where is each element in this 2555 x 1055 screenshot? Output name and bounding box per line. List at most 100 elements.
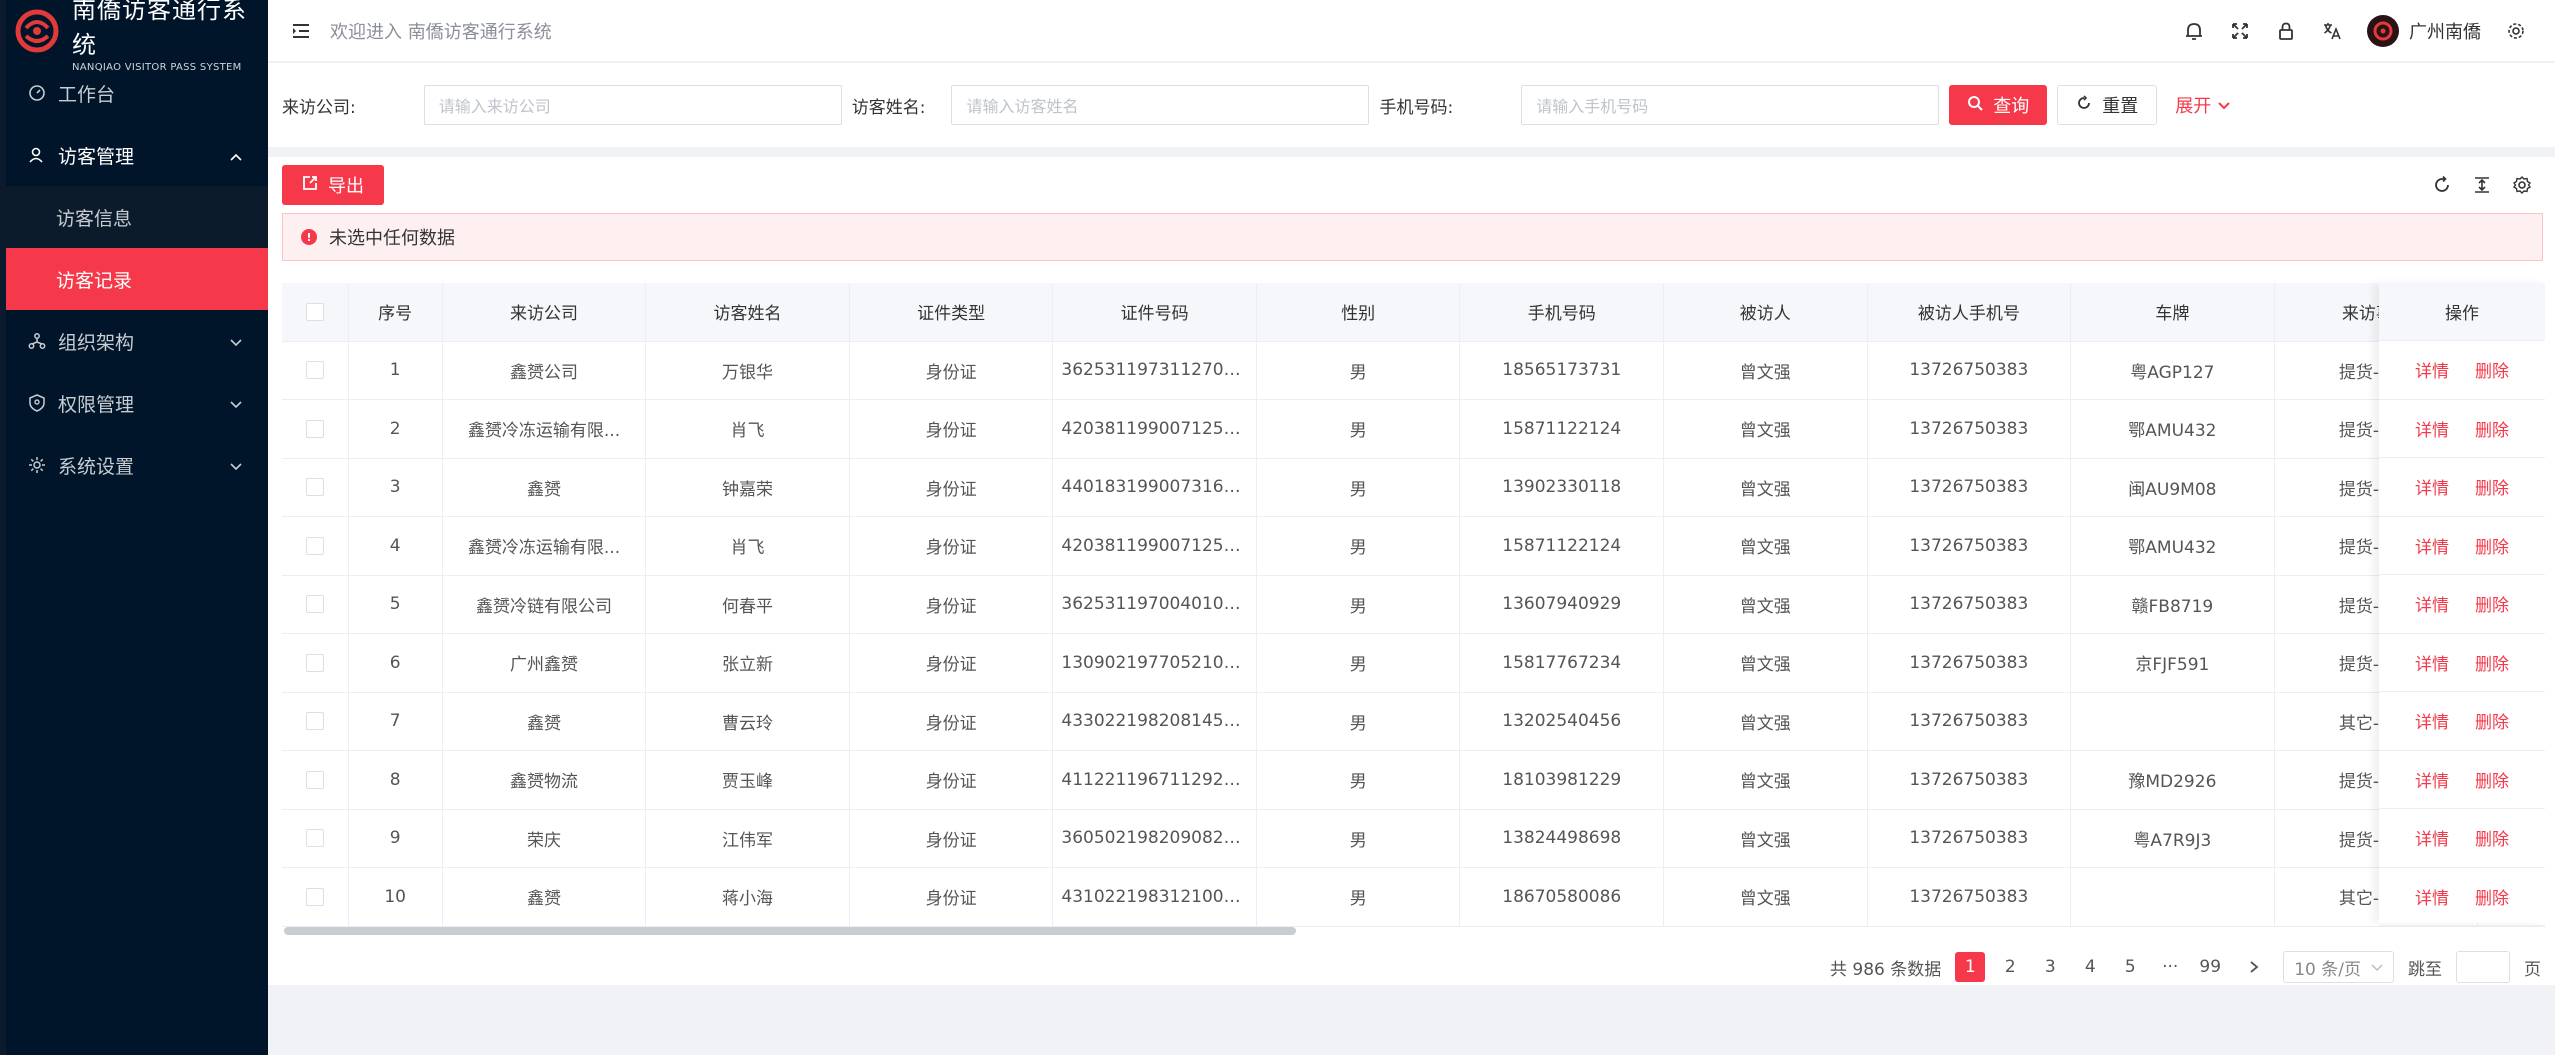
expand-label: 展开	[2175, 96, 2212, 117]
table-cell: 曹云玲	[645, 692, 850, 751]
reset-button[interactable]: 重置	[2057, 85, 2158, 125]
phone-input[interactable]: 请输入手机号码	[1521, 85, 1940, 125]
next-page-icon[interactable]	[2239, 952, 2269, 982]
delete-link[interactable]: 删除	[2475, 474, 2509, 499]
horizontal-scrollbar[interactable]	[284, 927, 1296, 935]
table-cell: 钟嘉荣	[645, 458, 850, 517]
page-size-select[interactable]: 10 条/页	[2283, 951, 2394, 983]
row-checkbox[interactable]	[282, 458, 349, 517]
row-checkbox[interactable]	[282, 633, 349, 693]
setting-icon[interactable]	[2511, 174, 2533, 196]
detail-link[interactable]: 详情	[2415, 825, 2449, 850]
sidebar-item-visitor-info[interactable]: 访客信息	[6, 186, 268, 248]
sidebar-item-permissions[interactable]: 权限管理	[6, 372, 268, 434]
menu-fold-icon[interactable]	[290, 20, 312, 42]
refresh-icon[interactable]	[2431, 174, 2453, 196]
table-cell: 13726750383	[1867, 516, 2072, 576]
lock-icon[interactable]	[2275, 20, 2297, 42]
delete-link[interactable]: 删除	[2475, 533, 2509, 558]
table-cell: 粤AGP127	[2070, 341, 2275, 400]
table-cell: 4203811990071254...	[1052, 399, 1257, 459]
table-cell: 曾文强	[1663, 867, 1868, 927]
row-checkbox[interactable]	[282, 399, 349, 459]
page-number[interactable]: 1	[1955, 952, 1986, 982]
delete-link[interactable]: 删除	[2475, 825, 2509, 850]
table-cell: 3625311970040100...	[1052, 575, 1257, 634]
company-input[interactable]: 请输入来访公司	[423, 85, 842, 125]
detail-link[interactable]: 详情	[2415, 416, 2449, 441]
row-checkbox[interactable]	[282, 575, 349, 634]
visitor-name-input[interactable]: 请输入访客姓名	[951, 85, 1370, 125]
export-button[interactable]: 导出	[282, 165, 384, 205]
row-checkbox[interactable]	[282, 809, 349, 868]
table-cell: 3	[348, 458, 443, 517]
row-checkbox[interactable]	[282, 692, 349, 751]
delete-link[interactable]: 删除	[2475, 357, 2509, 382]
sidebar-item-dashboard[interactable]: 工作台	[6, 62, 268, 124]
table-toolbar: 导出	[268, 157, 2555, 213]
table-row: 6 广州鑫赟 张立新 身份证 1309021977052100... 男 158177672…	[282, 633, 2545, 693]
table-cell: 男	[1256, 692, 1461, 751]
column-height-icon[interactable]	[2471, 174, 2493, 196]
column-header: 被访人手机号	[1867, 283, 2072, 342]
detail-link[interactable]: 详情	[2415, 474, 2449, 499]
row-checkbox[interactable]	[282, 516, 349, 576]
row-checkbox[interactable]	[282, 867, 349, 927]
column-header: 证件类型	[849, 283, 1054, 342]
column-header: 手机号码	[1459, 283, 1665, 342]
table-cell: 曾文强	[1663, 399, 1868, 459]
fullscreen-icon[interactable]	[2229, 20, 2251, 42]
org-icon	[28, 332, 46, 350]
page-number[interactable]: 4	[2075, 952, 2105, 982]
page-number[interactable]: 3	[2035, 952, 2065, 982]
logo-icon	[14, 8, 60, 54]
table-cell: 曾文强	[1663, 341, 1868, 400]
welcome-text: 欢迎进入 南僑访客通行系统	[330, 21, 552, 43]
detail-link[interactable]: 详情	[2415, 591, 2449, 616]
detail-link[interactable]: 详情	[2415, 357, 2449, 382]
gear-icon[interactable]	[2505, 20, 2527, 42]
sidebar-item-settings[interactable]: 系统设置	[6, 434, 268, 496]
table-cell: 男	[1256, 458, 1461, 517]
bell-icon[interactable]	[2183, 20, 2205, 42]
alert-text: 未选中任何数据	[329, 228, 455, 249]
ops-row: 详情 删除	[2379, 400, 2545, 458]
sidebar-item-organization[interactable]: 组织架构	[6, 310, 268, 372]
query-button[interactable]: 查询	[1949, 85, 2048, 125]
sidebar-item-visitor-records[interactable]: 访客记录	[6, 248, 268, 310]
records-panel: 导出 ! 未选中任何数据 序号 来访公司 访客姓名 证件类型 证件号码 性别 手…	[268, 147, 2555, 985]
table-cell: 4330221982081453...	[1052, 692, 1257, 751]
row-checkbox[interactable]	[282, 341, 349, 400]
delete-link[interactable]: 删除	[2475, 416, 2509, 441]
jump-page-input[interactable]	[2456, 951, 2510, 983]
column-header: 序号	[348, 283, 443, 342]
page-number[interactable]: 5	[2115, 952, 2145, 982]
delete-link[interactable]: 删除	[2475, 591, 2509, 616]
detail-link[interactable]: 详情	[2415, 884, 2449, 909]
delete-link[interactable]: 删除	[2475, 884, 2509, 909]
detail-link[interactable]: 详情	[2415, 708, 2449, 733]
table-cell: 8	[348, 750, 443, 810]
table-cell: 男	[1256, 633, 1461, 693]
table-cell: 曾文强	[1663, 458, 1868, 517]
detail-link[interactable]: 详情	[2415, 533, 2449, 558]
table-cell: 18670580086	[1459, 867, 1665, 927]
row-checkbox[interactable]	[282, 750, 349, 810]
table-row: 1 鑫赟公司 万银华 身份证 3625311973112706... 男 185651737…	[282, 341, 2545, 400]
detail-link[interactable]: 详情	[2415, 767, 2449, 792]
page-number[interactable]: 99	[2195, 952, 2225, 982]
delete-link[interactable]: 删除	[2475, 767, 2509, 792]
table-cell: 男	[1256, 575, 1461, 634]
delete-link[interactable]: 删除	[2475, 708, 2509, 733]
page-ellipsis[interactable]: ···	[2155, 952, 2185, 982]
table-cell: 身份证	[849, 575, 1054, 634]
table-row: 10 鑫赟 蒋小海 身份证 4310221983121007... 男 1867058008…	[282, 867, 2545, 927]
translate-icon[interactable]	[2321, 20, 2343, 42]
sidebar-item-visitor-management[interactable]: 访客管理	[6, 124, 268, 186]
detail-link[interactable]: 详情	[2415, 650, 2449, 675]
expand-toggle[interactable]: 展开	[2175, 92, 2231, 118]
user-menu[interactable]: 广州南僑	[2367, 14, 2481, 47]
page-number[interactable]: 2	[1995, 952, 2025, 982]
select-all-checkbox[interactable]	[282, 283, 349, 342]
delete-link[interactable]: 删除	[2475, 650, 2509, 675]
